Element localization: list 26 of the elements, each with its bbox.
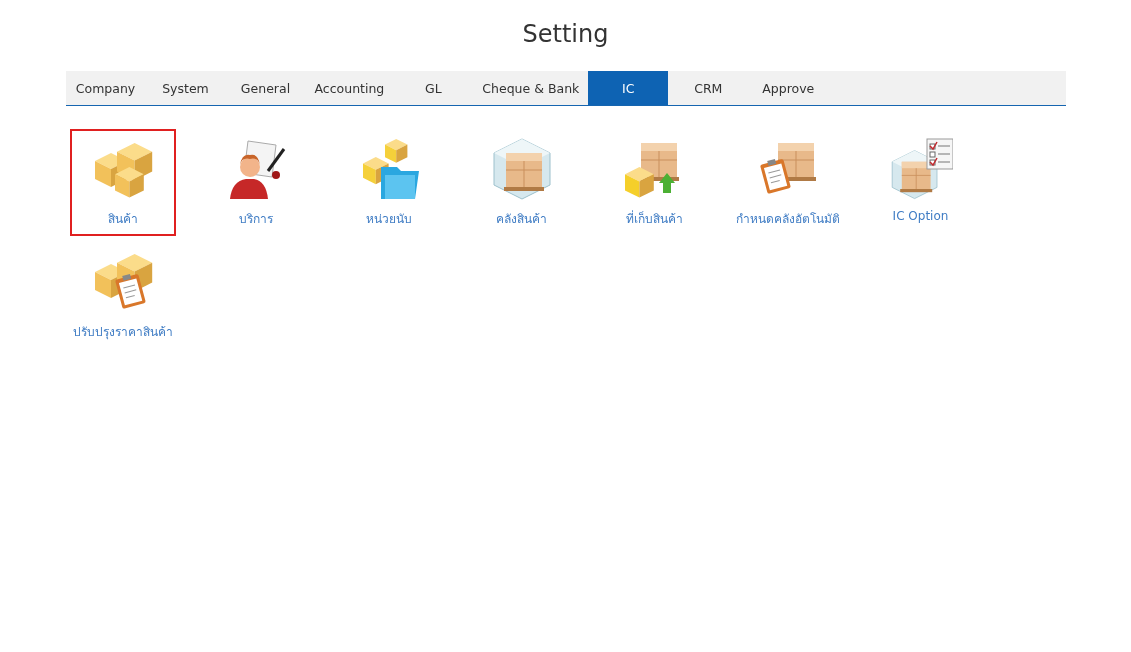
tile-label: IC Option — [892, 209, 949, 223]
setting-tile[interactable]: บริการ — [202, 129, 309, 236]
tab[interactable]: Cheque & Bank — [473, 71, 589, 105]
tile-label: ปรับปรุงราคาสินค้า — [72, 324, 173, 341]
setting-tile[interactable]: กำหนดคลังอัตโนมัติ — [734, 129, 841, 236]
tile-label: ที่เก็บสินค้า — [626, 209, 683, 228]
tab[interactable]: GL — [393, 71, 474, 105]
setting-tile[interactable]: ที่เก็บสินค้า — [601, 129, 708, 236]
tile-label: สินค้า — [107, 211, 138, 228]
tile-label: กำหนดคลังอัตโนมัติ — [735, 211, 840, 228]
tab[interactable]: General — [225, 71, 306, 105]
tab[interactable]: System — [145, 71, 226, 105]
setting-tile[interactable]: คลังสินค้า — [468, 129, 575, 236]
tab[interactable]: IC — [588, 71, 669, 105]
setting-tile[interactable]: สินค้า — [69, 129, 176, 236]
setting-tile[interactable]: หน่วยนับ — [335, 129, 442, 236]
tab[interactable]: Accounting — [305, 71, 394, 105]
tab[interactable]: CRM — [668, 71, 749, 105]
setting-tile[interactable]: ปรับปรุงราคาสินค้า — [69, 242, 176, 349]
page-title: Setting — [522, 20, 609, 50]
tile-label: หน่วยนับ — [365, 211, 412, 228]
tile-label: บริการ — [238, 211, 273, 228]
tab[interactable]: Company — [65, 71, 146, 105]
tab[interactable]: Approve — [748, 71, 829, 105]
setting-tile[interactable]: IC Option — [867, 129, 974, 236]
tile-label: คลังสินค้า — [496, 211, 547, 228]
